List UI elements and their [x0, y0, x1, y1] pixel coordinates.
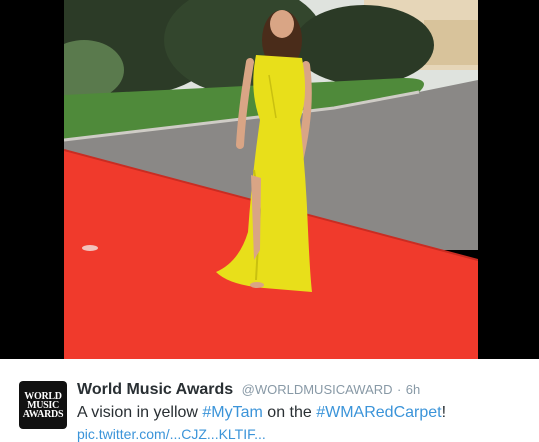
timestamp[interactable]: 6h: [406, 382, 420, 397]
tweet[interactable]: WORLD MUSIC AWARDS World Music Awards @W…: [0, 359, 539, 442]
separator-dot: ·: [397, 382, 402, 397]
tweet-text: A vision in yellow #MyTam on the #WMARed…: [77, 404, 446, 422]
tweet-photo[interactable]: [64, 0, 478, 359]
tweet-header: World Music Awards @WORLDMUSICAWARD · 6h: [77, 381, 420, 399]
avatar[interactable]: WORLD MUSIC AWARDS: [19, 381, 67, 429]
tweet-text-part-3: !: [441, 404, 447, 421]
username[interactable]: @WORLDMUSICAWARD: [242, 382, 393, 397]
hashtag-wmaredcarpet[interactable]: #WMARedCarpet: [316, 404, 441, 421]
tweet-media-frame[interactable]: [0, 0, 539, 359]
media-link[interactable]: pic.twitter.com/...CJZ...KLTIF...: [77, 426, 266, 442]
avatar-line-3: AWARDS: [22, 408, 64, 420]
tweet-text-part-2: on the: [262, 404, 317, 421]
hashtag-mytam[interactable]: #MyTam: [202, 404, 262, 421]
tweet-text-part-1: A vision in yellow: [77, 404, 203, 421]
display-name[interactable]: World Music Awards: [77, 381, 233, 398]
red-carpet-photo: [64, 0, 478, 359]
